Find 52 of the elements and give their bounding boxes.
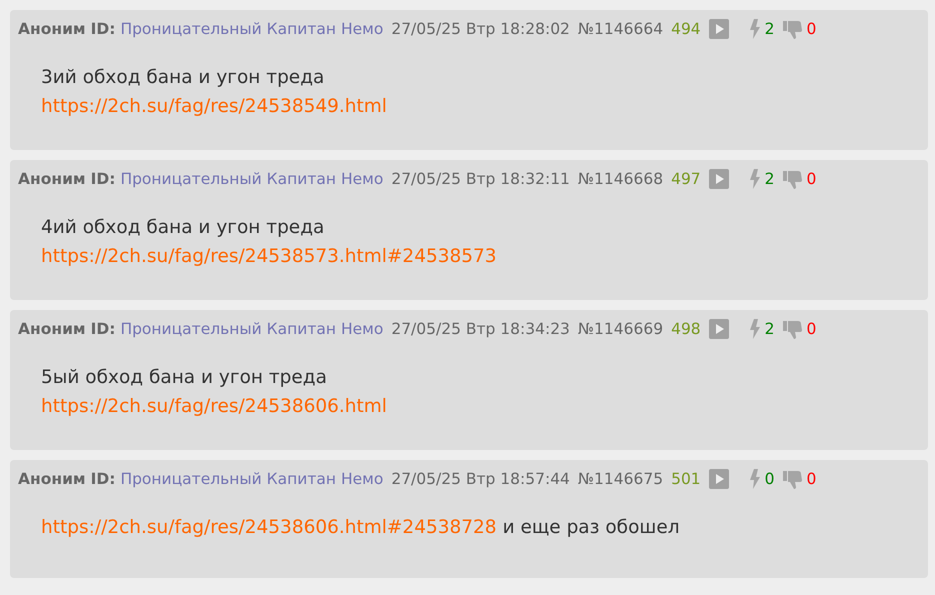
thumbs-down-icon[interactable]	[782, 319, 803, 339]
thumbs-down-icon[interactable]	[782, 169, 803, 189]
post-index: 498	[671, 320, 701, 338]
post-number[interactable]: №1146675	[578, 470, 664, 488]
post-text: 5ый обход бана и угон треда	[41, 367, 327, 388]
dislike-count: 0	[806, 470, 816, 488]
like-count: 2	[764, 170, 775, 188]
dislike-count: 0	[806, 20, 816, 38]
post-link[interactable]: https://2ch.su/fag/res/24538606.html	[41, 396, 387, 417]
play-icon[interactable]	[708, 169, 729, 189]
dislike-count: 0	[806, 170, 816, 188]
post-date: 27/05/25 Втр 18:32:11	[391, 170, 570, 188]
post-date: 27/05/25 Втр 18:57:44	[391, 470, 570, 488]
post-number[interactable]: №1146664	[578, 20, 664, 38]
post-text: 4ий обход бана и угон треда	[41, 217, 324, 238]
dislike-count: 0	[806, 320, 816, 338]
post-number[interactable]: №1146669	[578, 320, 664, 338]
poster-id: Проницательный Капитан Немо	[120, 470, 384, 488]
lightning-icon[interactable]	[748, 319, 761, 339]
author-name: Аноним	[18, 170, 86, 188]
like-count: 2	[764, 320, 775, 338]
poster-id: Проницательный Капитан Немо	[120, 170, 384, 188]
lightning-icon[interactable]	[748, 469, 761, 489]
thumbs-down-icon[interactable]	[782, 469, 803, 489]
lightning-icon[interactable]	[748, 19, 761, 39]
post-date: 27/05/25 Втр 18:34:23	[391, 320, 570, 338]
post-link[interactable]: https://2ch.su/fag/res/24538573.html#24538573	[41, 246, 497, 267]
post-number[interactable]: №1146668	[578, 170, 664, 188]
post-text: 3ий обход бана и угон треда	[41, 67, 324, 88]
author-name: Аноним	[18, 320, 86, 338]
post-date: 27/05/25 Втр 18:28:02	[391, 20, 570, 38]
id-label: ID:	[90, 470, 116, 488]
post-text: и еще раз обошел	[502, 517, 680, 538]
post-link[interactable]: https://2ch.su/fag/res/24538549.html	[41, 96, 387, 117]
author-name: Аноним	[18, 20, 86, 38]
lightning-icon[interactable]	[748, 169, 761, 189]
id-label: ID:	[90, 170, 116, 188]
poster-id: Проницательный Капитан Немо	[120, 320, 384, 338]
play-icon[interactable]	[708, 469, 729, 489]
post-index: 501	[671, 470, 701, 488]
play-icon[interactable]	[708, 19, 729, 39]
author-name: Аноним	[18, 470, 86, 488]
id-label: ID:	[90, 320, 116, 338]
poster-id: Проницательный Капитан Немо	[120, 20, 384, 38]
post-index: 494	[671, 20, 701, 38]
id-label: ID:	[90, 20, 116, 38]
post-index: 497	[671, 170, 701, 188]
like-count: 2	[764, 20, 775, 38]
like-count: 0	[764, 470, 775, 488]
play-icon[interactable]	[708, 319, 729, 339]
thumbs-down-icon[interactable]	[782, 19, 803, 39]
post-link[interactable]: https://2ch.su/fag/res/24538606.html#24538728	[41, 517, 497, 538]
